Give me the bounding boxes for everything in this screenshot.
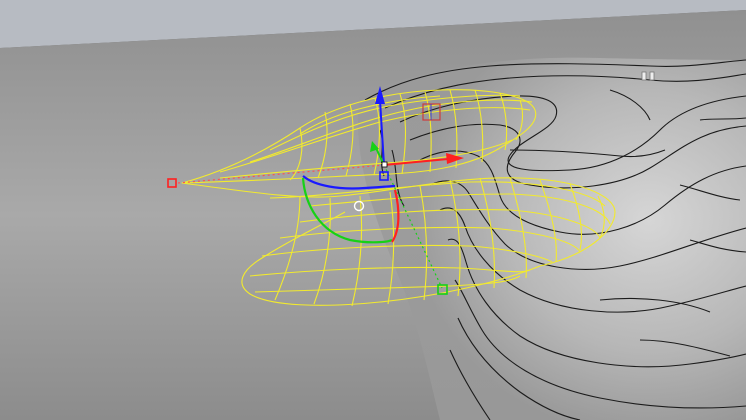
viewport-canvas[interactable] [0, 0, 746, 420]
gizmo-origin[interactable] [381, 161, 388, 168]
3d-viewport[interactable] [0, 0, 746, 420]
